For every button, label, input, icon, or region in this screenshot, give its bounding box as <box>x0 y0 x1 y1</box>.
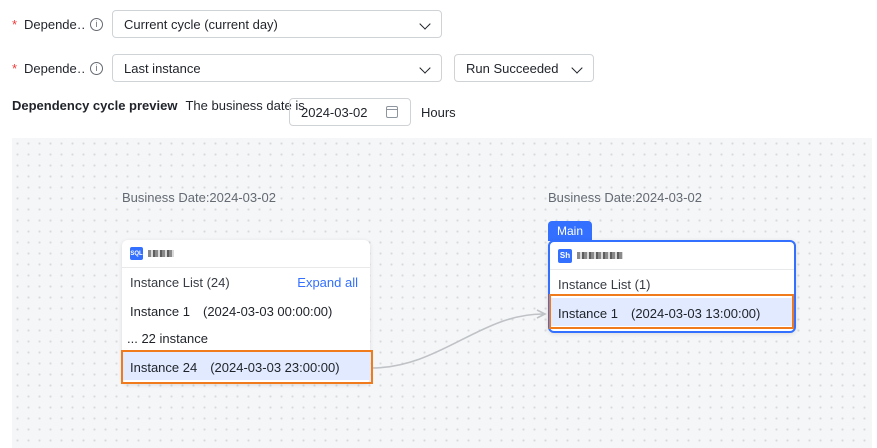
instance-list-title: Instance List (1) <box>558 276 651 292</box>
instance-list-title: Instance List (24) <box>130 274 230 290</box>
shell-icon: Sh <box>558 248 572 263</box>
node-header: Sh <box>550 242 794 270</box>
expand-all-link[interactable]: Expand all <box>297 275 358 290</box>
redacted-node-name <box>577 252 623 259</box>
highlight-box <box>549 294 794 329</box>
node-header: SQL <box>122 240 370 268</box>
collapsed-instances[interactable]: ... 22 instance <box>122 324 370 352</box>
highlight-box <box>121 350 373 384</box>
sql-icon: SQL <box>130 247 143 260</box>
instance-list-header: Instance List (24) Expand all <box>122 268 370 296</box>
instance-item[interactable]: Instance 1 (2024-03-03 00:00:00) <box>122 296 370 324</box>
main-tag: Main <box>548 221 592 241</box>
redacted-node-name <box>148 250 174 257</box>
